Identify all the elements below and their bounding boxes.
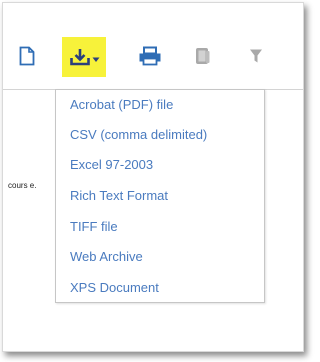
download-icon	[69, 49, 90, 66]
export-button[interactable]	[62, 37, 106, 77]
menu-item-rtf[interactable]: Rich Text Format	[70, 188, 168, 203]
report-viewer-window: cours e. Acrobat (PDF) file CSV (comma d…	[2, 2, 304, 352]
copy-icon	[196, 48, 210, 64]
filter-button[interactable]	[245, 43, 267, 69]
toolbar	[3, 3, 303, 89]
print-button[interactable]	[136, 43, 164, 69]
document-icon	[19, 46, 35, 66]
menu-item-csv[interactable]: CSV (comma delimited)	[70, 127, 207, 142]
report-body-text: cours e.	[8, 181, 37, 190]
export-format-menu: Acrobat (PDF) file CSV (comma delimited)…	[55, 89, 265, 303]
filter-icon	[250, 49, 262, 63]
menu-item-xps[interactable]: XPS Document	[70, 280, 159, 295]
chevron-down-icon	[92, 57, 99, 62]
menu-item-tiff[interactable]: TIFF file	[70, 219, 118, 234]
page-view-button[interactable]	[15, 43, 39, 69]
menu-item-web-archive[interactable]: Web Archive	[70, 249, 143, 264]
menu-item-pdf[interactable]: Acrobat (PDF) file	[70, 97, 173, 112]
menu-item-excel[interactable]: Excel 97-2003	[70, 157, 153, 172]
copy-button[interactable]	[191, 43, 215, 69]
printer-icon	[139, 46, 161, 66]
